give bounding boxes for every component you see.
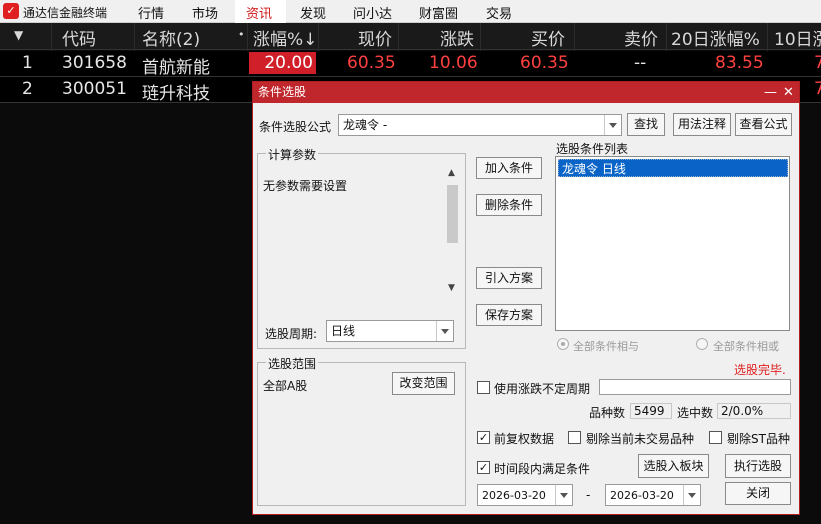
header-pct20[interactable]: 20日涨幅% [671,25,760,50]
condition-list[interactable]: 龙魂令 日线 [555,156,790,331]
menu-ask[interactable]: 问小达 [353,3,392,22]
header-dot: • [238,28,245,41]
header-name[interactable]: 名称(2) [142,25,200,50]
row-pct20: 83.55 [715,53,764,73]
exclude-notrade-label: 剔除当前未交易品种 [586,432,695,446]
radio-or-label: 全部条件相或 [713,340,779,353]
row-change: 10.06 [429,53,478,73]
add-to-block-button[interactable]: 选股入板块 [638,454,709,478]
app-name: 通达信金融终端 [23,6,108,20]
prefq-label: 前复权数据 [494,432,555,446]
scroll-up-icon[interactable]: ▲ [448,168,455,178]
radio-and-label: 全部条件相与 [573,340,639,353]
use-variable-period-checkbox[interactable] [477,381,490,394]
date-to-select[interactable]: 2026-03-20 [605,484,701,506]
period-label: 选股周期: [265,327,318,341]
close-button[interactable]: 关闭 [725,482,791,505]
find-button[interactable]: 查找 [627,113,665,136]
minimize-icon[interactable]: — [764,82,777,103]
count-value: 5499 [630,403,672,419]
run-selection-button[interactable]: 执行选股 [725,454,791,478]
close-icon[interactable]: ✕ [783,82,794,103]
chevron-down-icon[interactable] [555,485,572,505]
use-variable-period-label: 使用涨跌不定周期 [494,382,591,396]
menu-wealth[interactable]: 财富圈 [419,3,458,22]
radio-and[interactable] [557,338,569,350]
row-name: 首航新能 [142,58,210,78]
row-index: 1 [22,53,33,73]
prefq-checkbox[interactable]: ✓ [477,431,490,444]
row-index: 2 [22,79,33,99]
list-item[interactable]: 龙魂令 日线 [558,159,788,177]
quote-grid-header: ▼ 代码 名称(2) • 涨幅%↓ 现价 涨跌 买价 卖价 20日涨幅% 10日… [0,23,821,50]
formula-select[interactable]: 龙魂令 - [338,114,622,136]
header-price[interactable]: 现价 [358,25,392,50]
formula-value: 龙魂令 - [343,118,388,132]
status-text: 选股完毕. [734,363,786,377]
menu-bar: ✓ 通达信金融终端 行情 市场 资讯 发现 问小达 财富圈 交易 [0,0,821,23]
row-pct10: 7 [814,79,821,99]
exclude-notrade-checkbox[interactable] [568,431,581,444]
params-text: 无参数需要设置 [263,179,348,193]
row-ask: -- [634,53,647,73]
date-separator: - [586,488,591,502]
period-value: 日线 [331,324,356,338]
header-ask[interactable]: 卖价 [624,25,658,50]
delete-condition-button[interactable]: 删除条件 [476,194,542,216]
header-code[interactable]: 代码 [62,25,96,50]
params-scrollbar[interactable]: ▲ ▼ [444,168,461,296]
exclude-st-label: 剔除ST品种 [727,432,790,446]
chevron-down-icon[interactable] [436,321,453,341]
range-value: 全部A股 [263,379,308,393]
header-pct[interactable]: 涨幅%↓ [253,25,317,50]
row-price: 60.35 [347,53,396,73]
interval-checkbox[interactable]: ✓ [477,461,490,474]
change-range-button[interactable]: 改变范围 [392,372,455,395]
menu-quotes[interactable]: 行情 [138,3,164,22]
menu-discover[interactable]: 发现 [300,3,326,22]
view-formula-button[interactable]: 查看公式 [735,113,792,136]
date-to-value: 2026-03-20 [610,489,674,502]
period-select[interactable]: 日线 [326,320,454,342]
header-pct10[interactable]: 10日涨 [774,25,821,50]
sort-toggle-icon[interactable]: ▼ [14,28,23,42]
interval-label: 时间段内满足条件 [494,462,591,476]
header-bid[interactable]: 买价 [531,25,565,50]
chevron-down-icon[interactable] [604,115,621,135]
variable-period-field[interactable] [599,379,791,395]
row-code: 300051 [62,79,127,99]
selected-value: 2/0.0% [717,403,791,419]
dialog-title: 条件选股 [258,85,307,99]
condition-picker-dialog: 条件选股 — ✕ 条件选股公式 龙魂令 - 查找 用法注释 查看公式 计算参数 … [252,81,800,515]
date-from-value: 2026-03-20 [482,489,546,502]
menu-news[interactable]: 资讯 [246,3,272,22]
import-scheme-button[interactable]: 引入方案 [476,267,542,289]
menu-trade[interactable]: 交易 [486,3,512,22]
table-row[interactable]: 1 301658 首航新能 20.00 60.35 10.06 60.35 --… [0,51,821,78]
selected-label: 选中数 [677,406,714,420]
row-pct10: 7 [814,53,821,73]
menu-market[interactable]: 市场 [192,3,218,22]
formula-label: 条件选股公式 [259,120,332,134]
scroll-thumb[interactable] [447,185,458,243]
chevron-down-icon[interactable] [683,485,700,505]
range-group-title: 选股范围 [266,355,319,372]
date-from-select[interactable]: 2026-03-20 [477,484,573,506]
row-name: 琏升科技 [142,84,210,104]
tdx-logo-icon[interactable]: ✓ [3,3,19,19]
condition-list-label: 选股条件列表 [556,142,629,156]
usage-notes-button[interactable]: 用法注释 [673,113,731,136]
row-pct: 20.00 [249,52,316,74]
scroll-down-icon[interactable]: ▼ [448,283,455,293]
row-code: 301658 [62,53,127,73]
save-scheme-button[interactable]: 保存方案 [476,304,542,326]
radio-or[interactable] [696,338,708,350]
params-group-title: 计算参数 [266,146,319,163]
add-condition-button[interactable]: 加入条件 [476,157,542,179]
exclude-st-checkbox[interactable] [709,431,722,444]
dialog-title-bar[interactable]: 条件选股 — ✕ [253,82,799,103]
count-label: 品种数 [589,406,626,420]
row-bid: 60.35 [520,53,569,73]
header-change[interactable]: 涨跌 [440,25,474,50]
